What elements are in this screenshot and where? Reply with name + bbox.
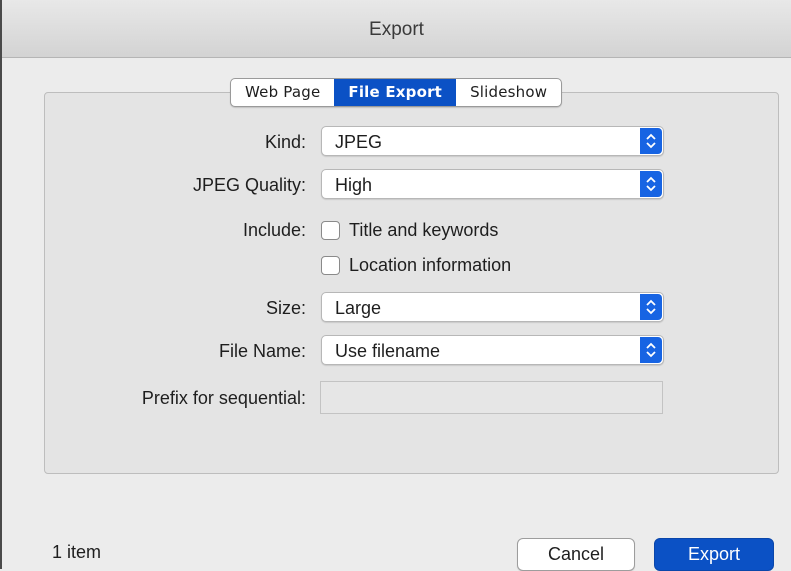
title-keywords-option[interactable]: Title and keywords	[321, 218, 498, 242]
location-info-label: Location information	[349, 254, 512, 275]
title-keywords-checkbox[interactable]	[321, 220, 340, 240]
cancel-button[interactable]: Cancel	[517, 538, 635, 571]
file-name-label: File Name:	[218, 341, 306, 361]
title-bar[interactable]: Export	[2, 0, 791, 58]
item-count: 1 item	[52, 542, 102, 562]
include-label: Include:	[242, 220, 306, 240]
kind-label: Kind:	[264, 132, 306, 152]
size-select[interactable]: Large	[321, 292, 664, 322]
chevron-up-down-icon	[640, 294, 662, 320]
file-name-value: Use filename	[335, 341, 441, 361]
prefix-label: Prefix for sequential:	[141, 388, 306, 408]
jpeg-quality-value: High	[335, 175, 373, 195]
chevron-up-down-icon	[640, 171, 662, 197]
kind-select[interactable]: JPEG	[321, 126, 664, 156]
jpeg-quality-label: JPEG Quality:	[192, 175, 306, 195]
tab-file-export[interactable]: File Export	[334, 79, 457, 106]
export-dialog: Export Web Page File Export Slideshow Ki…	[0, 0, 791, 571]
title-keywords-label: Title and keywords	[349, 219, 499, 240]
chevron-up-down-icon	[640, 337, 662, 363]
size-label: Size:	[265, 298, 306, 318]
export-button[interactable]: Export	[654, 538, 774, 571]
tab-web-page[interactable]: Web Page	[231, 79, 334, 106]
tab-bar: Web Page File Export Slideshow	[230, 78, 563, 107]
prefix-input[interactable]	[320, 381, 663, 414]
kind-value: JPEG	[335, 132, 383, 152]
file-name-select[interactable]: Use filename	[321, 335, 664, 365]
size-value: Large	[335, 298, 382, 318]
tab-slideshow[interactable]: Slideshow	[456, 79, 561, 106]
chevron-up-down-icon	[640, 128, 662, 154]
window-title: Export	[369, 19, 424, 40]
location-info-checkbox[interactable]	[321, 255, 340, 275]
location-info-option[interactable]: Location information	[321, 253, 511, 277]
jpeg-quality-select[interactable]: High	[321, 169, 664, 199]
